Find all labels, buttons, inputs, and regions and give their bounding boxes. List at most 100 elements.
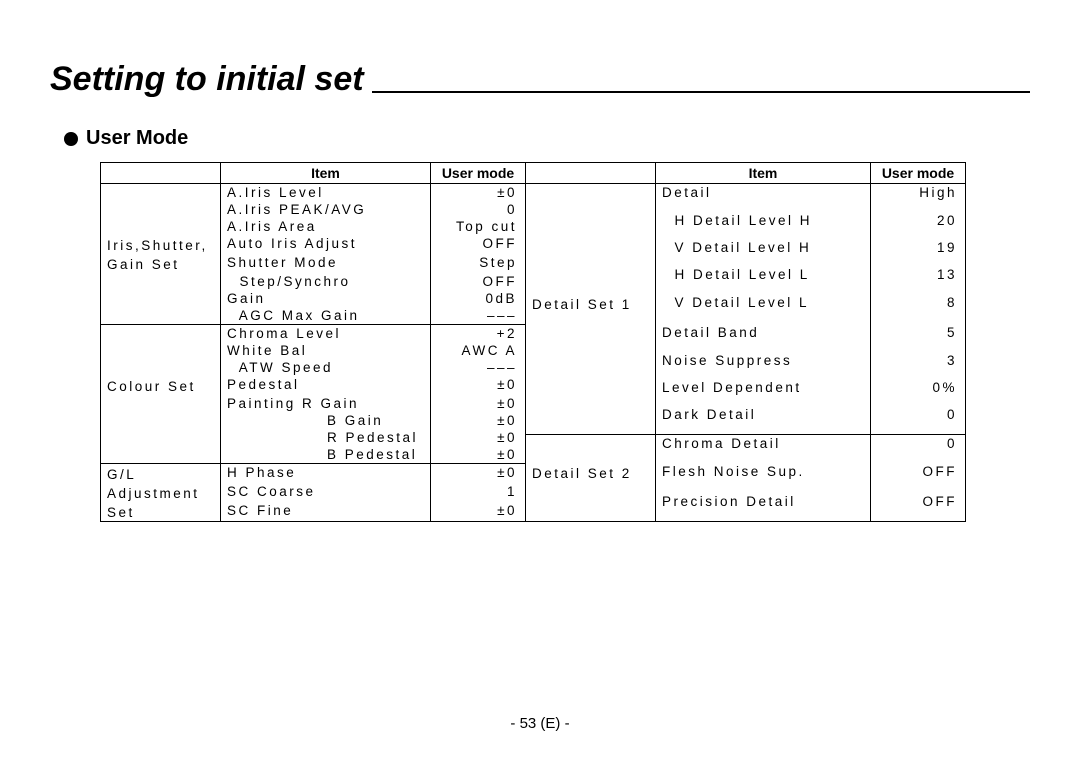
category-cell: Colour Set (101, 376, 221, 395)
category-cell (101, 446, 221, 464)
item-cell: A.Iris Area (221, 218, 431, 235)
category-cell (101, 359, 221, 376)
value-cell: OFF (431, 235, 526, 254)
value-cell: 1 (431, 483, 526, 502)
item-cell: H Detail Level H (656, 212, 871, 239)
table-row: Detail Band5 (526, 324, 966, 351)
category-cell (101, 429, 221, 446)
value-cell: Step (431, 254, 526, 273)
table-row: Detail Set 2 Flesh Noise Sup.OFF (526, 463, 966, 494)
item-cell: SC Fine (221, 502, 431, 522)
table-row: Iris,Shutter,Auto Iris AdjustOFF (101, 235, 526, 254)
category-cell (101, 342, 221, 359)
table-row: Level Dependent0% (526, 379, 966, 406)
table-row: A.Iris Level±0 (101, 184, 526, 202)
item-cell: AGC Max Gain (221, 307, 431, 325)
item-cell: H Detail Level L (656, 266, 871, 293)
table-row: A.Iris PEAK/AVG0 (101, 201, 526, 218)
table-row: Set SC Fine±0 (101, 502, 526, 522)
item-cell: Chroma Detail (656, 435, 871, 463)
table-row: Noise Suppress3 (526, 352, 966, 379)
table-row: Step/SynchroOFF (101, 273, 526, 290)
category-cell (526, 324, 656, 351)
value-cell: OFF (871, 493, 966, 521)
item-cell: H Phase (221, 464, 431, 484)
col-header-category (101, 163, 221, 184)
value-cell: ±0 (431, 395, 526, 412)
category-cell (101, 325, 221, 343)
item-cell: White Bal (221, 342, 431, 359)
value-cell: ––– (431, 359, 526, 376)
item-cell: Painting R Gain (221, 395, 431, 412)
table-row: B Gain±0 (101, 412, 526, 429)
item-cell: SC Coarse (221, 483, 431, 502)
item-cell: Auto Iris Adjust (221, 235, 431, 254)
category-cell: Detail Set 2 (526, 463, 656, 494)
category-label: G/L (107, 466, 214, 483)
item-cell: Pedestal (221, 376, 431, 395)
category-cell: Iris,Shutter, (101, 235, 221, 254)
table-row: G/L H Phase±0 (101, 464, 526, 484)
item-cell: Noise Suppress (656, 352, 871, 379)
value-cell: 8 (871, 294, 966, 325)
item-cell: A.Iris Level (221, 184, 431, 202)
category-cell (101, 273, 221, 290)
page-footer: - 53 (E) - (0, 715, 1080, 732)
col-header-category (526, 163, 656, 184)
category-cell (101, 201, 221, 218)
item-cell: Detail Band (656, 324, 871, 351)
value-cell: OFF (871, 463, 966, 494)
value-cell: OFF (431, 273, 526, 290)
table-row: Gain SetShutter ModeStep (101, 254, 526, 273)
category-label: Adjustment (107, 485, 214, 502)
value-cell: ±0 (431, 412, 526, 429)
item-cell: Flesh Noise Sup. (656, 463, 871, 494)
value-cell: AWC A (431, 342, 526, 359)
table-row: AGC Max Gain––– (101, 307, 526, 325)
category-label: Detail Set 2 (532, 465, 649, 482)
tables-container: Item User mode A.Iris Level±0A.Iris PEAK… (100, 162, 1030, 522)
item-cell: B Pedestal (221, 446, 431, 464)
category-cell (526, 352, 656, 379)
value-cell: 0 (431, 201, 526, 218)
bullet-icon (64, 132, 78, 146)
item-cell: ATW Speed (221, 359, 431, 376)
item-cell: Detail (656, 184, 871, 212)
category-cell: Detail Set 1 (526, 294, 656, 325)
table-row: White BalAWC A (101, 342, 526, 359)
table-row: R Pedestal±0 (101, 429, 526, 446)
value-cell: ±0 (431, 376, 526, 395)
table-row: Dark Detail0 (526, 406, 966, 434)
item-cell: Precision Detail (656, 493, 871, 521)
value-cell: 5 (871, 324, 966, 351)
category-cell (101, 307, 221, 325)
col-header-item: Item (221, 163, 431, 184)
value-cell: 3 (871, 352, 966, 379)
category-label: Set (107, 504, 214, 521)
value-cell: ±0 (431, 464, 526, 484)
value-cell: ±0 (431, 502, 526, 522)
table-row: Colour SetPedestal±0 (101, 376, 526, 395)
value-cell: 20 (871, 212, 966, 239)
category-cell (101, 395, 221, 412)
table-row: Painting R Gain±0 (101, 395, 526, 412)
value-cell: ±0 (431, 446, 526, 464)
table-row: Chroma Level+2 (101, 325, 526, 343)
category-cell (101, 290, 221, 307)
page-title-row: Setting to initial set (50, 60, 1030, 99)
table-row: Adjustment SC Coarse1 (101, 483, 526, 502)
category-cell: Set (101, 502, 221, 522)
value-cell: 0 (871, 406, 966, 434)
category-cell (526, 239, 656, 266)
item-cell: Level Dependent (656, 379, 871, 406)
settings-table-right: Item User mode DetailHigh H Detail Level… (525, 162, 966, 522)
col-header-value: User mode (431, 163, 526, 184)
settings-table-left: Item User mode A.Iris Level±0A.Iris PEAK… (100, 162, 526, 522)
item-cell: V Detail Level L (656, 294, 871, 325)
value-cell: 0 (871, 435, 966, 463)
item-cell: V Detail Level H (656, 239, 871, 266)
table-row: ATW Speed––– (101, 359, 526, 376)
col-header-item: Item (656, 163, 871, 184)
value-cell: 19 (871, 239, 966, 266)
value-cell: High (871, 184, 966, 212)
